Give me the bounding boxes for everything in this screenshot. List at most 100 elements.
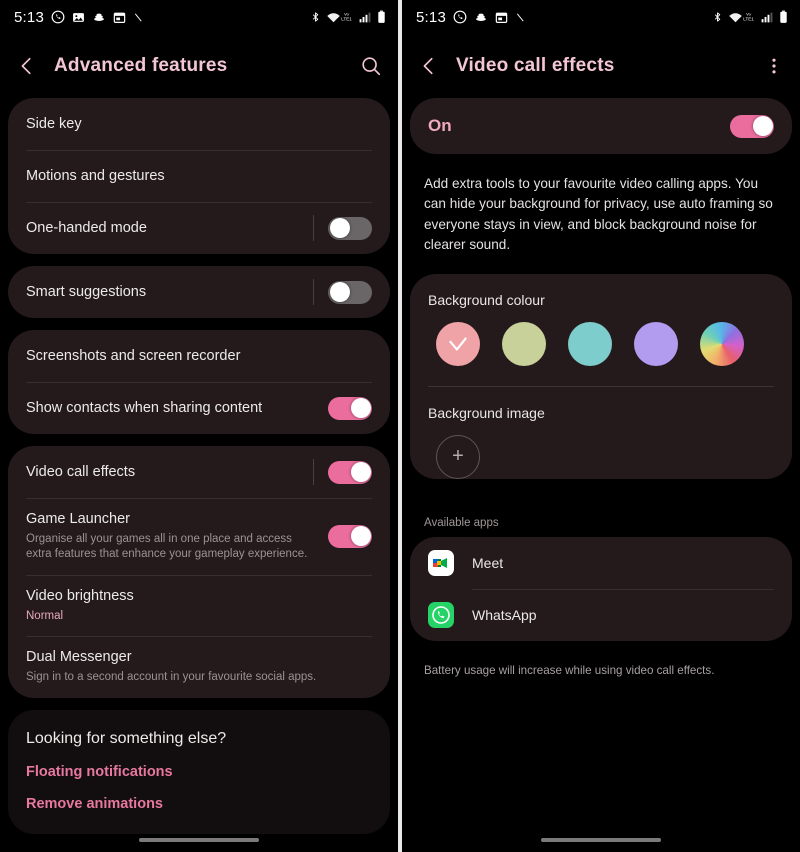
home-gesture-pill[interactable]	[541, 838, 661, 842]
available-apps-header: Available apps	[424, 516, 499, 529]
row-texts: One-handed mode	[26, 219, 301, 238]
svg-text:Vo: Vo	[344, 12, 349, 17]
status-bar-right-group: Vo LTE1	[712, 10, 788, 24]
row-divider	[313, 215, 314, 241]
swatch-sage-green[interactable]	[502, 321, 546, 366]
wifi-volte-icon: Vo LTE1	[326, 11, 353, 24]
setting-row-video-brightness[interactable]: Video brightness Normal	[26, 574, 372, 636]
whatsapp-icon	[428, 601, 454, 628]
master-switch-label: On	[428, 116, 452, 135]
row-texts: Dual Messenger Sign in to a second accou…	[26, 648, 372, 685]
back-chevron-icon[interactable]	[416, 53, 442, 79]
navigation-bar-left	[0, 838, 398, 842]
add-background-image-button[interactable]: +	[436, 434, 480, 479]
row-label: Dual Messenger	[26, 649, 132, 666]
toggle-knob	[350, 462, 371, 482]
dual-screenshot-container: 5:13 Vo LTE1 Advanced features Side key …	[0, 0, 800, 852]
svg-text:Vo: Vo	[746, 12, 751, 17]
row-texts: Show contacts when sharing content	[26, 399, 316, 418]
setting-row-side-key[interactable]: Side key	[26, 98, 372, 150]
right-phone-screen: 5:13 Vo LTE1 Video call effects On Add e…	[402, 0, 800, 852]
row-sublabel: Sign in to a second account in your favo…	[26, 671, 317, 684]
row-texts: Video call effects	[26, 463, 301, 482]
row-label: Smart suggestions	[26, 283, 147, 300]
app-row-meet[interactable]: Meet	[428, 537, 774, 589]
back-chevron-icon[interactable]	[14, 53, 40, 79]
overflow-menu-icon[interactable]	[764, 56, 784, 76]
toggle-wrap	[301, 459, 372, 485]
app-bar-left: Advanced features	[0, 34, 398, 98]
toggle-knob	[350, 398, 371, 418]
toggle-wrap	[301, 279, 372, 305]
row-texts: Game Launcher Organise all your games al…	[26, 510, 316, 563]
setting-row-dual-messenger[interactable]: Dual Messenger Sign in to a second accou…	[26, 636, 372, 697]
app-label: WhatsApp	[472, 606, 537, 623]
google-meet-icon	[428, 549, 454, 576]
whatsapp-icon	[453, 10, 467, 24]
toggle-wrap	[316, 524, 372, 548]
toggle-knob	[350, 526, 371, 547]
background-settings-card: Background colour Background image +	[410, 273, 792, 479]
row-divider	[313, 279, 314, 305]
battery-icon	[377, 10, 386, 24]
swatch-teal[interactable]	[568, 321, 612, 366]
settings-card-2: Smart suggestions	[8, 266, 390, 318]
row-label: One-handed mode	[26, 219, 147, 236]
swatch-pink[interactable]	[436, 321, 480, 366]
row-sublabel: Organise all your games all in one place…	[26, 532, 308, 561]
setting-row-smart-suggestions[interactable]: Smart suggestions	[26, 266, 372, 318]
toggle-video-call-effects[interactable]	[328, 460, 372, 484]
settings-card-3: Screenshots and screen recorder Show con…	[8, 330, 390, 434]
toggle-show-contacts-when-sharing[interactable]	[328, 396, 372, 420]
setting-row-video-call-effects[interactable]: Video call effects	[26, 446, 372, 498]
row-label: Video brightness	[26, 587, 134, 604]
bluetooth-icon	[310, 10, 321, 24]
row-texts: Video brightness Normal	[26, 587, 372, 624]
row-label: Motions and gestures	[26, 167, 165, 184]
toggle-game-launcher[interactable]	[328, 524, 372, 548]
left-phone-screen: 5:13 Vo LTE1 Advanced features Side key …	[0, 0, 398, 852]
app-bar-right: Video call effects	[402, 34, 800, 98]
row-texts: Screenshots and screen recorder	[26, 347, 372, 366]
setting-row-screenshots-and-screen-recorder[interactable]: Screenshots and screen recorder	[26, 330, 372, 382]
page-title: Video call effects	[456, 55, 615, 76]
link-remove-animations[interactable]: Remove animations	[26, 796, 372, 812]
home-gesture-pill[interactable]	[139, 838, 259, 842]
toggle-video-call-effects-master[interactable]	[730, 114, 774, 138]
status-bar-right-group: Vo LTE1	[310, 10, 386, 24]
gallery-image-icon	[72, 11, 85, 24]
background-colour-title: Background colour	[428, 291, 545, 308]
setting-row-show-contacts-when-sharing[interactable]: Show contacts when sharing content	[26, 382, 372, 434]
app-row-whatsapp[interactable]: WhatsApp	[428, 588, 774, 641]
looking-for-something-else-card: Looking for something else? Floating not…	[8, 709, 390, 834]
stack-layers-icon	[92, 11, 106, 24]
available-apps-card: Meet WhatsApp	[410, 536, 792, 641]
link-floating-notifications[interactable]: Floating notifications	[26, 764, 372, 780]
swatch-rainbow[interactable]	[700, 321, 744, 366]
setting-row-one-handed-mode[interactable]: One-handed mode	[26, 202, 372, 254]
toggle-wrap	[301, 215, 372, 241]
setting-row-game-launcher[interactable]: Game Launcher Organise all your games al…	[26, 498, 372, 575]
toggle-one-handed-mode[interactable]	[328, 216, 372, 240]
bluetooth-icon	[712, 10, 723, 24]
slash-icon	[515, 11, 526, 24]
app-label: Meet	[472, 554, 504, 571]
row-sublabel-value: Normal	[26, 609, 64, 622]
setting-row-motions-and-gestures[interactable]: Motions and gestures	[26, 150, 372, 202]
svg-text:LTE1: LTE1	[341, 17, 352, 22]
background-colour-swatches	[428, 308, 774, 386]
check-icon	[436, 322, 480, 366]
row-label: Game Launcher	[26, 511, 130, 527]
battery-usage-footnote: Battery usage will increase while using …	[424, 663, 715, 677]
swatch-purple[interactable]	[634, 321, 678, 366]
row-label: Show contacts when sharing content	[26, 399, 263, 416]
master-switch-card[interactable]: On	[410, 98, 792, 154]
row-label: Side key	[26, 115, 82, 132]
status-bar-clock: 5:13	[14, 8, 44, 26]
search-icon[interactable]	[360, 55, 382, 77]
battery-icon	[779, 10, 788, 24]
navigation-bar-right	[402, 838, 800, 842]
toggle-smart-suggestions[interactable]	[328, 280, 372, 304]
row-divider	[313, 459, 314, 485]
stack-layers-icon	[474, 11, 488, 24]
